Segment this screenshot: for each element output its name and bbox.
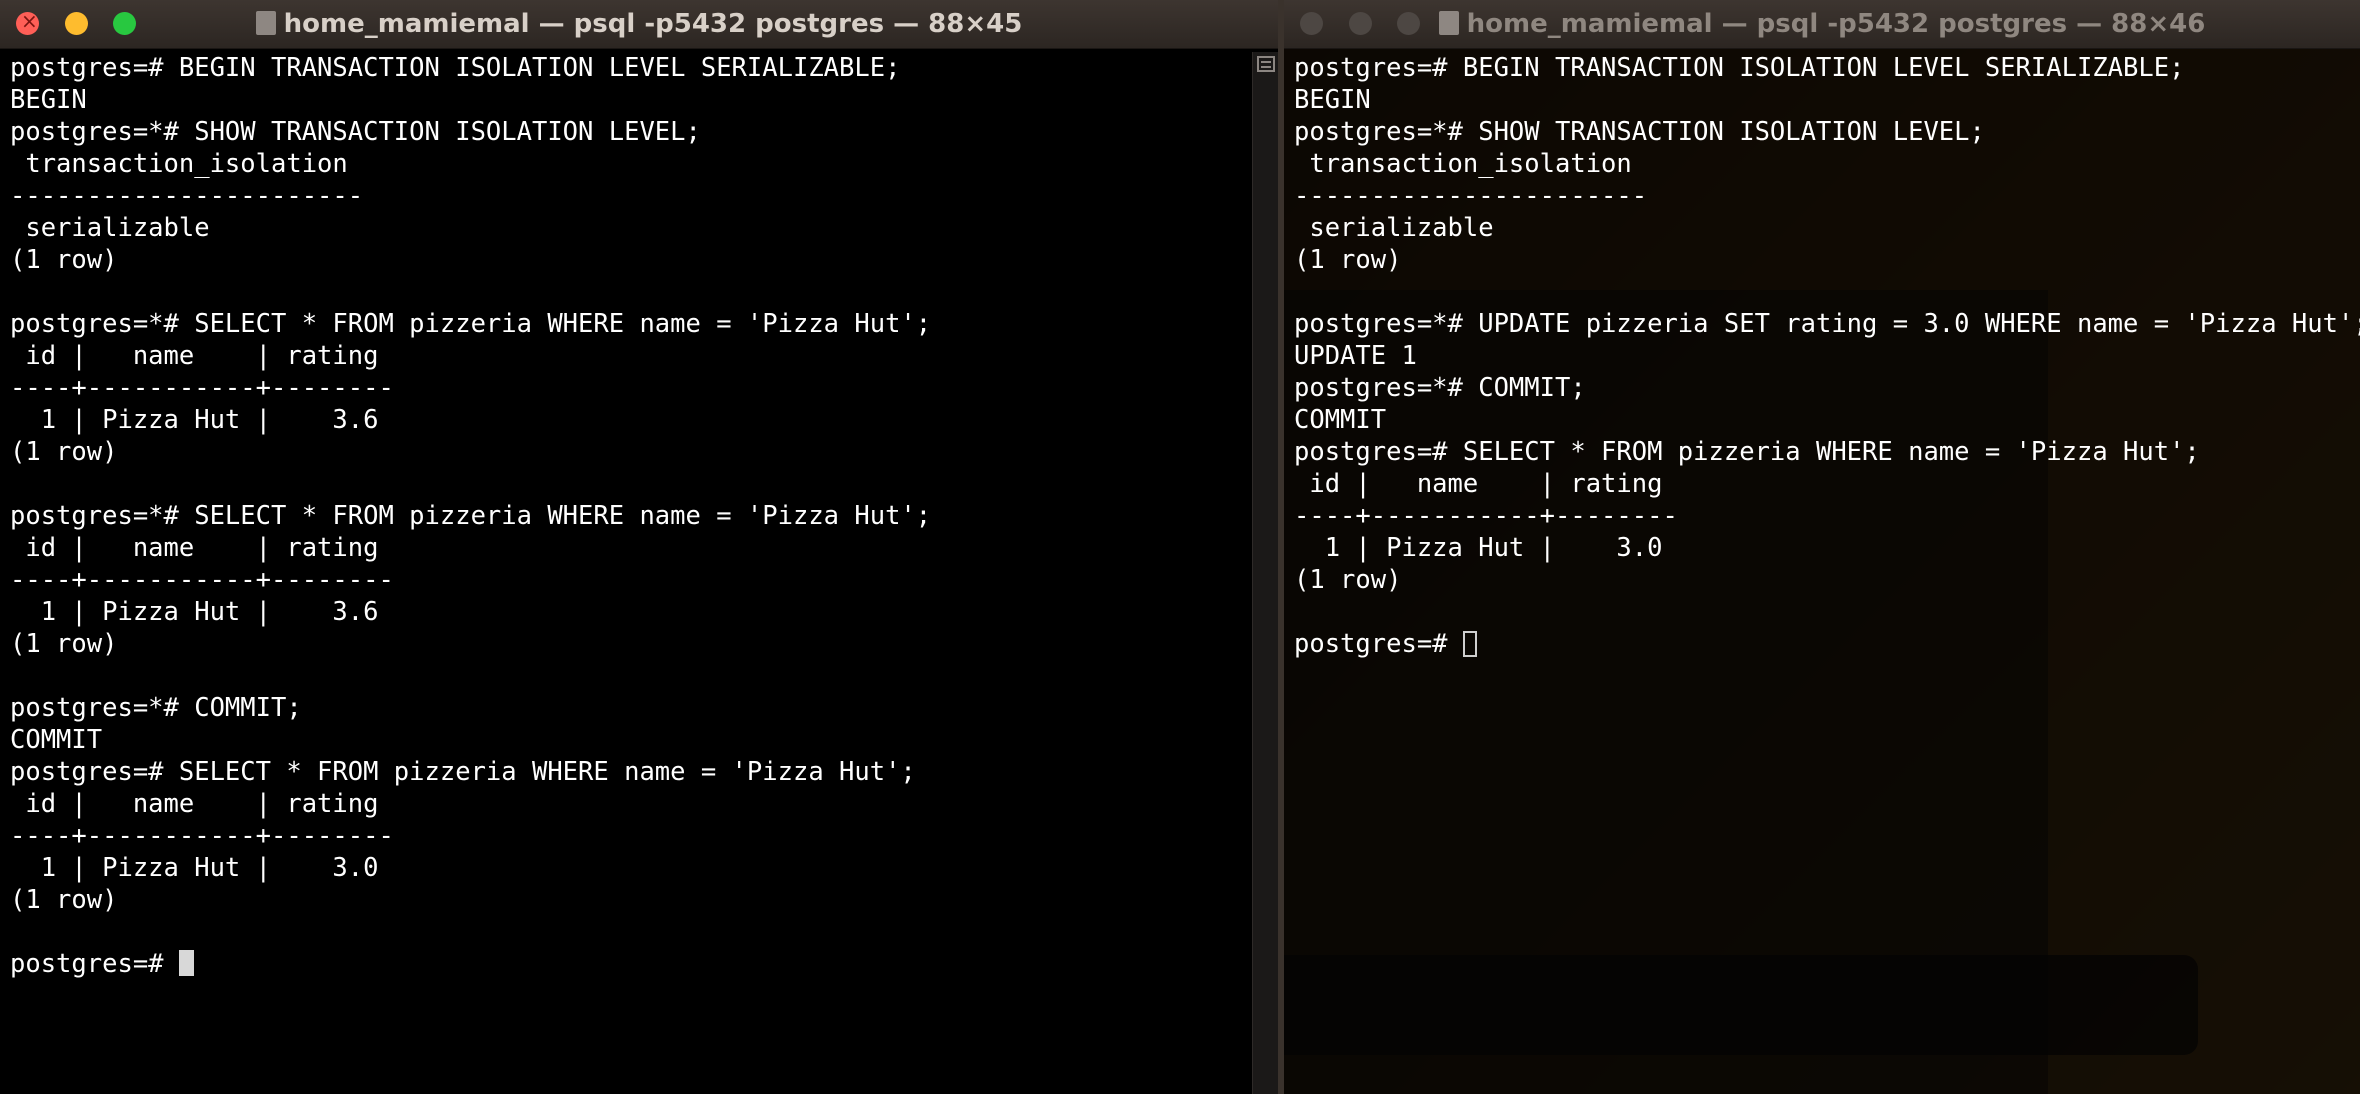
text-cursor — [178, 950, 194, 976]
text-cursor — [1462, 631, 1477, 657]
terminal-line: (1 row) — [10, 245, 118, 275]
terminal-line: (1 row) — [10, 629, 118, 659]
terminal-line: (1 row) — [1294, 245, 1402, 275]
terminal-line: id | name | rating — [10, 341, 379, 371]
terminal-line: UPDATE 1 — [1294, 341, 1417, 371]
terminal-line: id | name | rating — [10, 789, 379, 819]
terminal-line: transaction_isolation — [10, 149, 348, 179]
terminal-line: 1 | Pizza Hut | 3.0 — [1294, 533, 1663, 563]
title-bar[interactable]: home_mamiemal — psql -p5432 postgres — 8… — [1284, 0, 2360, 49]
terminal-line: postgres=# SELECT * FROM pizzeria WHERE … — [10, 757, 916, 787]
prompt-text: postgres=# — [1294, 629, 1463, 659]
terminal-line: ----------------------- — [10, 181, 364, 211]
terminal-line: COMMIT — [10, 725, 103, 755]
terminal-window-left[interactable]: home_mamiemal — psql -p5432 postgres — 8… — [0, 0, 1278, 1094]
terminal-line: (1 row) — [1294, 565, 1402, 595]
window-title-text: home_mamiemal — psql -p5432 postgres — 8… — [1466, 9, 2206, 39]
terminal-line: postgres=*# UPDATE pizzeria SET rating =… — [1294, 309, 2360, 339]
terminal-line: (1 row) — [10, 885, 118, 915]
terminal-line: postgres=*# COMMIT; — [1294, 373, 1586, 403]
window-title: home_mamiemal — psql -p5432 postgres — 8… — [0, 0, 1278, 48]
terminal-line: serializable — [10, 213, 210, 243]
title-bar[interactable]: home_mamiemal — psql -p5432 postgres — 8… — [0, 0, 1278, 49]
scrollbar[interactable] — [1252, 52, 1278, 1094]
terminal-line: postgres=*# SHOW TRANSACTION ISOLATION L… — [10, 117, 701, 147]
terminal-line: ----+-----------+-------- — [10, 565, 394, 595]
terminal-line: ----+-----------+-------- — [10, 821, 394, 851]
terminal-line: postgres=*# COMMIT; — [10, 693, 302, 723]
terminal-line: postgres=*# SELECT * FROM pizzeria WHERE… — [10, 309, 932, 339]
terminal-line: COMMIT — [1294, 405, 1387, 435]
terminal-line: id | name | rating — [1294, 469, 1663, 499]
terminal-line: ----+-----------+-------- — [10, 373, 394, 403]
terminal-line: (1 row) — [10, 437, 118, 467]
terminal-output[interactable]: postgres=# BEGIN TRANSACTION ISOLATION L… — [1284, 52, 2360, 1094]
document-icon — [1438, 11, 1459, 35]
scroll-marks-icon[interactable] — [1257, 56, 1275, 72]
terminal-line: ----------------------- — [1294, 181, 1648, 211]
terminal-line: BEGIN — [10, 85, 87, 115]
terminal-line: postgres=*# SHOW TRANSACTION ISOLATION L… — [1294, 117, 1985, 147]
terminal-output[interactable]: postgres=# BEGIN TRANSACTION ISOLATION L… — [0, 52, 1278, 1094]
terminal-line: postgres=*# SELECT * FROM pizzeria WHERE… — [10, 501, 932, 531]
prompt-line[interactable]: postgres=# — [1294, 628, 2360, 660]
terminal-window-right[interactable]: home_mamiemal — psql -p5432 postgres — 8… — [1284, 0, 2360, 1094]
prompt-line[interactable]: postgres=# — [10, 948, 1278, 980]
terminal-line: id | name | rating — [10, 533, 379, 563]
terminal-line: postgres=# SELECT * FROM pizzeria WHERE … — [1294, 437, 2200, 467]
terminal-line: transaction_isolation — [1294, 149, 1632, 179]
terminal-line: postgres=# BEGIN TRANSACTION ISOLATION L… — [1294, 53, 2185, 83]
terminal-line: BEGIN — [1294, 85, 1371, 115]
terminal-line: 1 | Pizza Hut | 3.6 — [10, 405, 379, 435]
window-title-text: home_mamiemal — psql -p5432 postgres — 8… — [283, 9, 1023, 39]
terminal-line: 1 | Pizza Hut | 3.6 — [10, 597, 379, 627]
terminal-line: serializable — [1294, 213, 1494, 243]
prompt-text: postgres=# — [10, 949, 179, 979]
document-icon — [255, 11, 276, 35]
terminal-line: ----+-----------+-------- — [1294, 501, 1678, 531]
window-title: home_mamiemal — psql -p5432 postgres — 8… — [1284, 0, 2360, 48]
terminal-line: postgres=# BEGIN TRANSACTION ISOLATION L… — [10, 53, 901, 83]
terminal-line: 1 | Pizza Hut | 3.0 — [10, 853, 379, 883]
